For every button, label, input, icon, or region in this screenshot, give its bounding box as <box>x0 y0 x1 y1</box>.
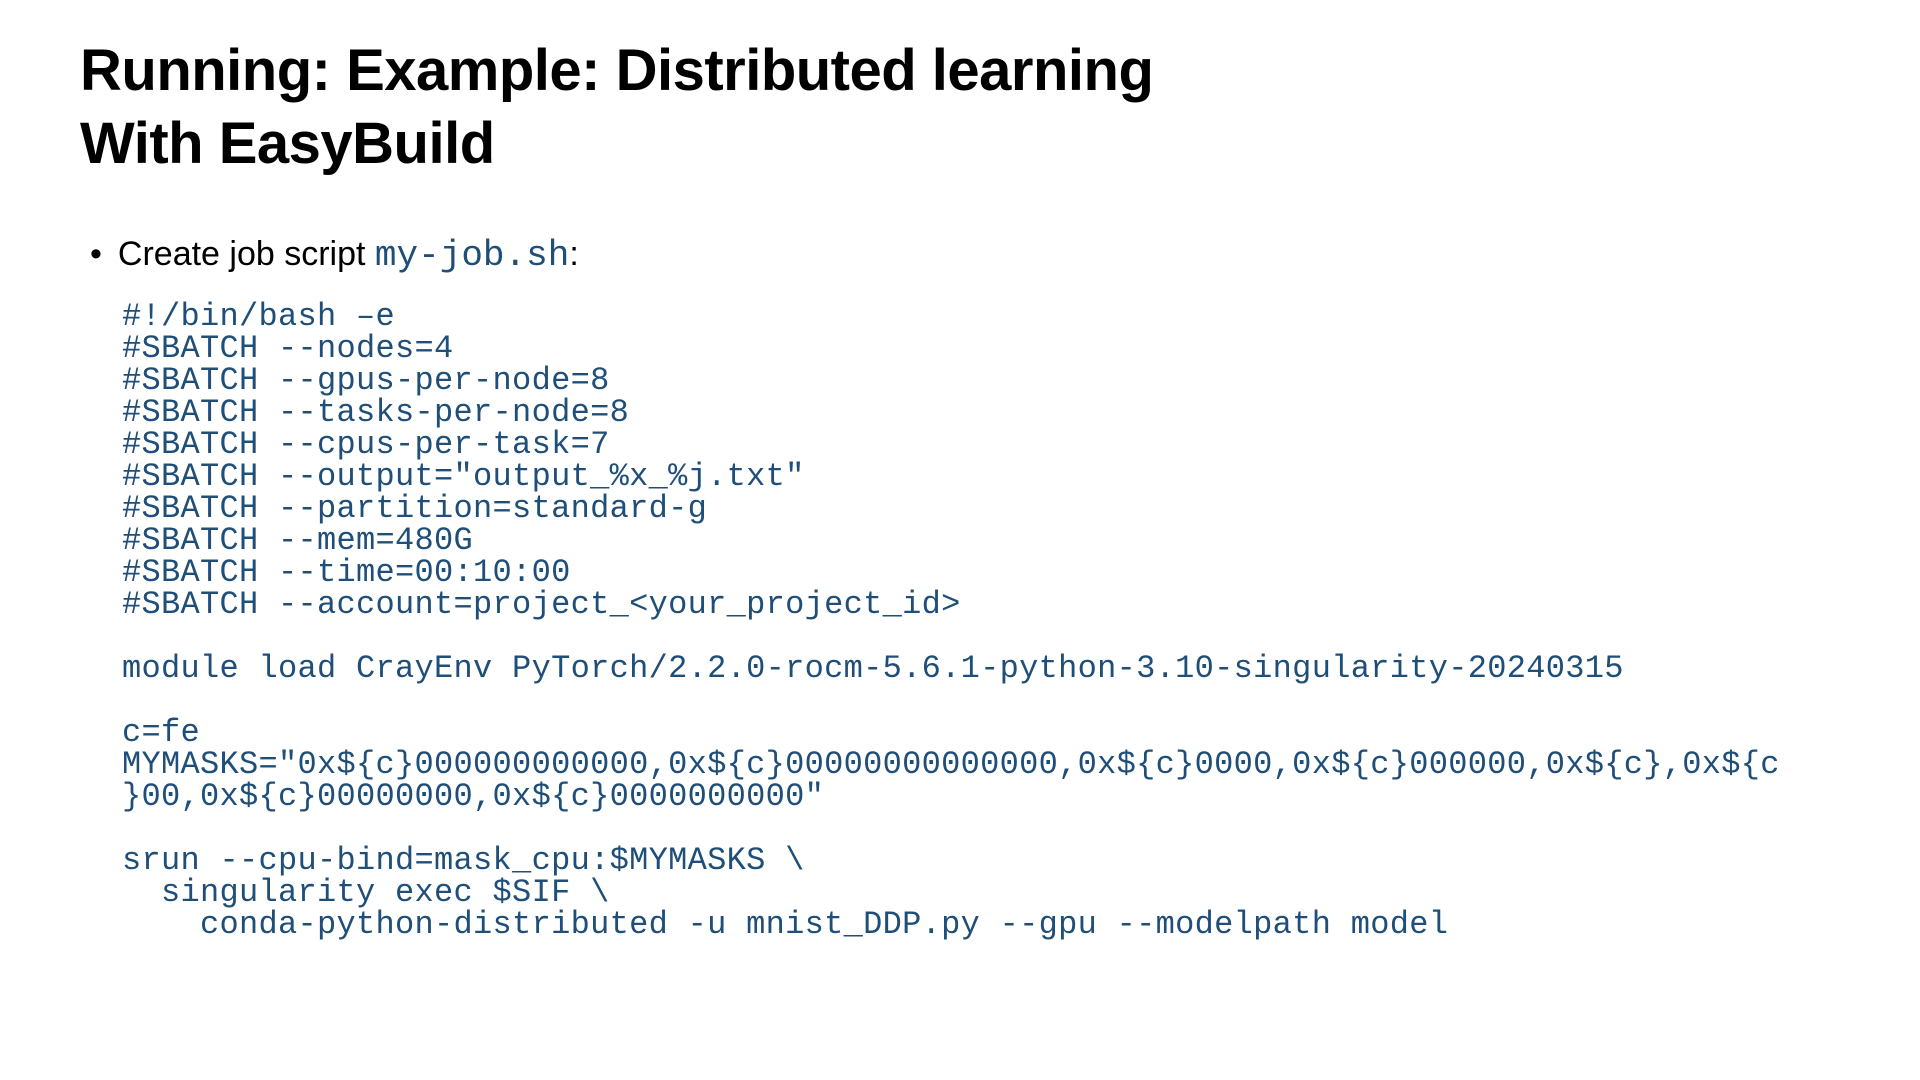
job-script-code: #!/bin/bash –e #SBATCH --nodes=4 #SBATCH… <box>80 301 1840 941</box>
bullet-content: Create job script my-job.sh: <box>118 235 579 276</box>
script-filename: my-job.sh <box>375 235 569 276</box>
bullet-suffix-text: : <box>569 235 578 273</box>
bullet-item: • Create job script my-job.sh: <box>80 235 1840 276</box>
slide-title: Running: Example: Distributed learning W… <box>80 35 1840 180</box>
bullet-marker: • <box>90 235 102 274</box>
title-line-2: With EasyBuild <box>80 111 495 176</box>
title-line-1: Running: Example: Distributed learning <box>80 38 1153 103</box>
bullet-prefix-text: Create job script <box>118 235 375 273</box>
